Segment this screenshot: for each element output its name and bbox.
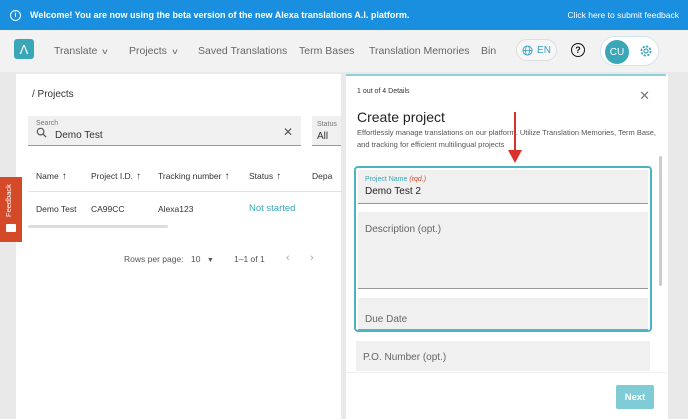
header-divider bbox=[28, 191, 341, 192]
status-filter-label: Status bbox=[317, 121, 337, 128]
chevron-down-icon: v bbox=[172, 47, 178, 56]
submit-feedback-link[interactable]: Click here to submit feedback bbox=[568, 10, 680, 20]
close-icon[interactable]: ✕ bbox=[639, 88, 650, 104]
column-header-status[interactable]: Status ↑ bbox=[249, 171, 281, 182]
panel-title: Create project bbox=[357, 109, 445, 125]
rows-per-page-label: Rows per page: bbox=[124, 254, 184, 264]
search-label: Search bbox=[36, 120, 59, 127]
project-details-form: Project Name (rqd.) Demo Test 2 Descript… bbox=[354, 166, 652, 332]
top-nav: Λ Translate v Projects v Saved Translation… bbox=[0, 30, 688, 72]
feedback-icon bbox=[6, 224, 16, 232]
annotation-arrow-icon bbox=[508, 112, 522, 163]
nav-saved-translations[interactable]: Saved Translations bbox=[198, 45, 287, 57]
status-filter-value: All bbox=[317, 131, 329, 142]
feedback-label: Feedback bbox=[4, 184, 13, 217]
project-name-value: Demo Test 2 bbox=[365, 186, 421, 197]
sort-arrow-icon: ↑ bbox=[136, 171, 142, 182]
step-indicator: 1 out of 4 Details bbox=[357, 88, 410, 95]
description-placeholder: Description (opt.) bbox=[365, 224, 442, 235]
search-input[interactable]: Search Demo Test ✕ bbox=[28, 116, 301, 146]
column-header-tracking-number[interactable]: Tracking number ↑ bbox=[158, 171, 229, 182]
column-header-name[interactable]: Name ↑ bbox=[36, 171, 67, 182]
globe-icon bbox=[522, 44, 533, 56]
chevron-down-icon: v bbox=[102, 47, 108, 56]
column-header-project-id[interactable]: Project I.D. ↑ bbox=[91, 171, 141, 182]
app-logo[interactable]: Λ bbox=[14, 39, 34, 59]
info-icon: i bbox=[10, 9, 21, 21]
project-name-label: Project Name bbox=[365, 176, 408, 183]
gear-icon[interactable] bbox=[639, 44, 653, 58]
nav-bin[interactable]: Bin bbox=[481, 45, 496, 57]
cell-tracking-number: Alexa123 bbox=[158, 204, 194, 214]
clear-search-icon[interactable]: ✕ bbox=[283, 125, 293, 139]
search-icon bbox=[36, 127, 47, 138]
sort-arrow-icon: ↑ bbox=[276, 171, 282, 182]
description-field[interactable]: Description (opt.) bbox=[358, 212, 648, 289]
panel-scrollbar[interactable] bbox=[659, 156, 662, 286]
language-code: EN bbox=[537, 44, 551, 56]
due-date-placeholder: Due Date bbox=[365, 314, 408, 325]
sort-arrow-icon: ↑ bbox=[224, 171, 230, 182]
beta-banner: i Welcome! You are now using the beta ve… bbox=[0, 0, 688, 30]
avatar[interactable]: CU bbox=[605, 40, 629, 64]
cell-name: Demo Test bbox=[36, 204, 77, 214]
project-name-field[interactable]: Project Name (rqd.) Demo Test 2 bbox=[358, 170, 648, 204]
next-button[interactable]: Next bbox=[616, 385, 654, 409]
due-date-field[interactable]: Due Date bbox=[358, 298, 648, 330]
previous-page-icon[interactable]: ‹ bbox=[286, 252, 290, 264]
feedback-tab[interactable]: Feedback bbox=[0, 177, 22, 242]
step-progress-bar bbox=[346, 74, 666, 76]
nav-projects[interactable]: Projects v bbox=[129, 45, 178, 57]
user-menu[interactable]: CU bbox=[600, 36, 659, 66]
status-badge: Not started bbox=[249, 203, 296, 214]
panel-footer: Next bbox=[346, 372, 668, 419]
column-header-department[interactable]: Depa bbox=[312, 171, 332, 181]
sort-arrow-icon: ↑ bbox=[61, 171, 67, 182]
next-page-icon[interactable]: › bbox=[310, 252, 314, 264]
banner-message: Welcome! You are now using the beta vers… bbox=[30, 10, 410, 20]
required-marker: (rqd.) bbox=[409, 176, 427, 183]
nav-translation-memories[interactable]: Translation Memories bbox=[369, 45, 470, 57]
breadcrumb: / Projects bbox=[32, 89, 74, 100]
nav-term-bases[interactable]: Term Bases bbox=[299, 45, 354, 57]
cell-project-id: CA99CC bbox=[91, 204, 125, 214]
search-value: Demo Test bbox=[55, 130, 103, 141]
po-number-placeholder: P.O. Number (opt.) bbox=[363, 352, 447, 363]
rows-per-page-select[interactable]: 10 ▼ bbox=[191, 254, 214, 264]
po-number-field[interactable]: P.O. Number (opt.) bbox=[356, 341, 650, 371]
status-filter[interactable]: Status All bbox=[312, 116, 341, 146]
horizontal-scrollbar[interactable] bbox=[28, 225, 168, 228]
help-icon[interactable]: ? bbox=[571, 43, 585, 57]
language-selector[interactable]: EN bbox=[516, 39, 557, 61]
dropdown-caret-icon: ▼ bbox=[206, 257, 214, 264]
pagination-range: 1–1 of 1 bbox=[234, 254, 265, 264]
projects-card: / Projects Search Demo Test ✕ Status All… bbox=[16, 74, 341, 419]
nav-translate[interactable]: Translate v bbox=[54, 45, 108, 57]
